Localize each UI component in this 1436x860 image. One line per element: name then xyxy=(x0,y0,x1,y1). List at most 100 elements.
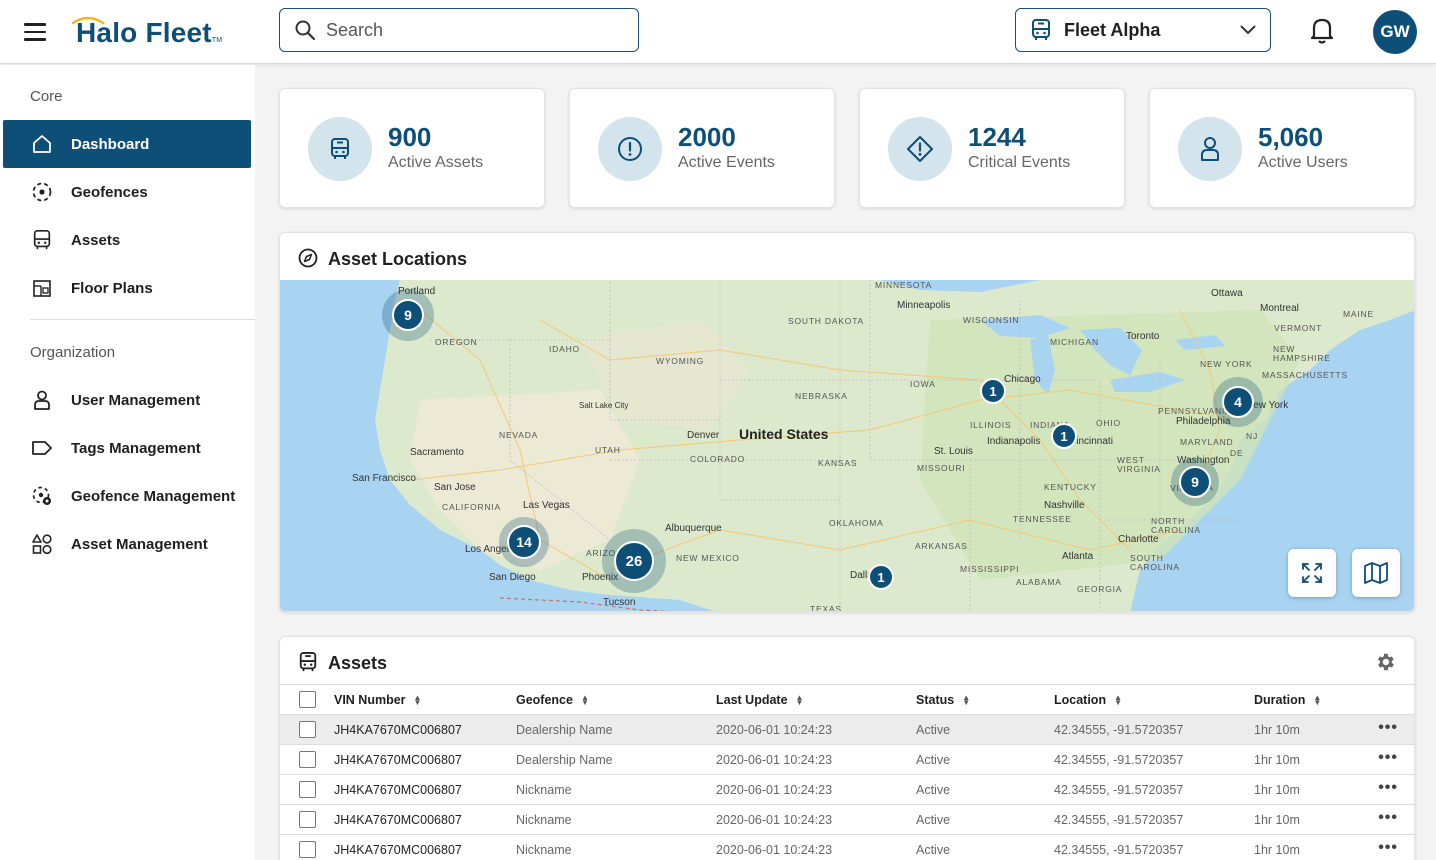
cluster-count: 26 xyxy=(614,541,654,581)
column-header-status[interactable]: Status ▲ ▼ xyxy=(916,693,970,707)
logo[interactable]: Halo FleetTM xyxy=(71,16,222,50)
row-more-icon[interactable]: ••• xyxy=(1378,839,1398,857)
tag-icon xyxy=(31,437,53,459)
sidebar-item-geofence-management[interactable]: Geofence Management xyxy=(3,472,251,520)
map-label-city: Charlotte xyxy=(1118,534,1159,545)
stat-label: Active Users xyxy=(1258,154,1348,171)
column-header-geofence[interactable]: Geofence ▲ ▼ xyxy=(516,693,589,707)
row-more-icon[interactable]: ••• xyxy=(1378,719,1398,737)
map-label-state: TEXAS xyxy=(810,604,842,612)
stat-label: Active Events xyxy=(678,154,775,171)
map-label-city: San Diego xyxy=(489,572,536,583)
sidebar-item-tags-management[interactable]: Tags Management xyxy=(3,424,251,472)
bus-icon xyxy=(1032,19,1050,40)
map-cluster-marker[interactable]: 1 xyxy=(1049,421,1079,451)
column-header-location[interactable]: Location ▲ ▼ xyxy=(1054,693,1122,707)
halo-icon xyxy=(71,16,105,25)
row-checkbox[interactable] xyxy=(299,781,316,798)
row-checkbox[interactable] xyxy=(299,811,316,828)
bus-icon xyxy=(31,229,53,251)
map-cluster-marker[interactable]: 9 xyxy=(1171,458,1219,506)
table-row[interactable]: JH4KA7670MC006807 Nickname 2020-06-01 10… xyxy=(280,835,1414,860)
row-more-icon[interactable]: ••• xyxy=(1378,779,1398,797)
sidebar-item-asset-management[interactable]: Asset Management xyxy=(3,520,251,568)
stat-card-critical-events[interactable]: 1244 Critical Events xyxy=(859,88,1125,208)
map-layers-button[interactable] xyxy=(1352,549,1400,597)
stat-card-active-events[interactable]: 2000 Active Events xyxy=(569,88,835,208)
sidebar-item-dashboard[interactable]: Dashboard xyxy=(3,120,251,168)
cell-duration: 1hr 10m xyxy=(1254,813,1300,827)
cluster-count: 1 xyxy=(1051,423,1077,449)
search-input[interactable] xyxy=(326,19,616,41)
map-label-city: Tucson xyxy=(603,597,636,608)
table-row[interactable]: JH4KA7670MC006807 Dealership Name 2020-0… xyxy=(280,715,1414,745)
sidebar-item-geofences[interactable]: Geofences xyxy=(3,168,251,216)
cluster-count: 1 xyxy=(868,564,894,590)
cell-status: Active xyxy=(916,753,951,767)
map-cluster-marker[interactable]: 14 xyxy=(499,517,549,567)
hamburger-menu-icon[interactable] xyxy=(24,23,46,41)
floor-plan-icon xyxy=(31,277,53,299)
map-label-city: Albuquerque xyxy=(665,523,722,534)
select-all-checkbox[interactable] xyxy=(299,691,316,708)
sidebar-item-assets[interactable]: Assets xyxy=(3,216,251,264)
table-row[interactable]: JH4KA7670MC006807 Dealership Name 2020-0… xyxy=(280,745,1414,775)
row-checkbox[interactable] xyxy=(299,721,316,738)
search-icon xyxy=(295,20,316,41)
map-label-state: OKLAHOMA xyxy=(829,518,884,528)
row-checkbox[interactable] xyxy=(299,751,316,768)
map-fullscreen-button[interactable] xyxy=(1288,549,1336,597)
map-label-state: MASSACHUSETTS xyxy=(1262,370,1348,380)
sidebar-section-title-organization: Organization xyxy=(30,344,116,361)
notifications-bell-icon[interactable] xyxy=(1309,16,1335,44)
column-header-duration[interactable]: Duration ▲ ▼ xyxy=(1254,693,1321,707)
row-more-icon[interactable]: ••• xyxy=(1378,749,1398,767)
row-checkbox[interactable] xyxy=(299,841,316,858)
map-label-city: San Jose xyxy=(434,482,476,493)
cluster-count: 4 xyxy=(1222,386,1254,418)
map-cluster-marker[interactable]: 9 xyxy=(382,289,434,341)
fleet-selector[interactable]: Fleet Alpha xyxy=(1015,8,1271,52)
sidebar-item-floor-plans[interactable]: Floor Plans xyxy=(3,264,251,312)
cluster-count: 9 xyxy=(392,299,424,331)
search-box[interactable] xyxy=(279,8,639,52)
stat-card-active-users[interactable]: 5,060 Active Users xyxy=(1149,88,1415,208)
map-label-state: NEW YORK xyxy=(1200,359,1253,369)
map-label-city: Montreal xyxy=(1260,303,1299,314)
cell-duration: 1hr 10m xyxy=(1254,843,1300,857)
table-row[interactable]: JH4KA7670MC006807 Nickname 2020-06-01 10… xyxy=(280,805,1414,835)
cell-vin: JH4KA7670MC006807 xyxy=(334,723,462,737)
bus-icon xyxy=(299,652,317,672)
map-cluster-marker[interactable]: 26 xyxy=(602,529,666,593)
expand-icon xyxy=(1302,563,1322,583)
cell-location: 42.34555, -91.5720357 xyxy=(1054,753,1184,767)
sort-icon: ▲ ▼ xyxy=(962,693,971,707)
settings-gear-icon[interactable] xyxy=(1374,651,1396,673)
map-cluster-marker[interactable]: 1 xyxy=(866,562,896,592)
map[interactable]: United States Portland Minneapolis Ottaw… xyxy=(280,280,1414,612)
map-label-state: MICHIGAN xyxy=(1050,337,1099,347)
user-avatar[interactable]: GW xyxy=(1373,10,1417,54)
cell-vin: JH4KA7670MC006807 xyxy=(334,783,462,797)
row-more-icon[interactable]: ••• xyxy=(1378,809,1398,827)
map-label-state: NJ xyxy=(1246,431,1258,441)
stat-value: 900 xyxy=(388,122,432,152)
sidebar-item-label: Geofence Management xyxy=(71,487,236,505)
map-label-state: MARYLAND xyxy=(1180,437,1234,447)
map-label-city: Denver xyxy=(687,430,720,441)
map-label-state: MINNESOTA xyxy=(875,280,933,290)
stat-value: 2000 xyxy=(678,122,736,152)
map-background xyxy=(375,280,1414,611)
sidebar: Core Dashboard Geofences Assets Floor Pl… xyxy=(0,65,255,860)
map-cluster-marker[interactable]: 4 xyxy=(1213,377,1263,427)
table-row[interactable]: JH4KA7670MC006807 Nickname 2020-06-01 10… xyxy=(280,775,1414,805)
user-icon xyxy=(31,389,53,411)
map-label-city: Indianapolis xyxy=(987,436,1041,447)
map-cluster-marker[interactable]: 1 xyxy=(978,376,1008,406)
sidebar-item-user-management[interactable]: User Management xyxy=(3,376,251,424)
column-header-last-update[interactable]: Last Update ▲ ▼ xyxy=(716,693,803,707)
stat-card-active-assets[interactable]: 900 Active Assets xyxy=(279,88,545,208)
map-label-state: WYOMING xyxy=(656,356,705,366)
column-header-vin[interactable]: VIN Number ▲ ▼ xyxy=(334,693,421,707)
column-header-label: Geofence xyxy=(516,693,573,707)
